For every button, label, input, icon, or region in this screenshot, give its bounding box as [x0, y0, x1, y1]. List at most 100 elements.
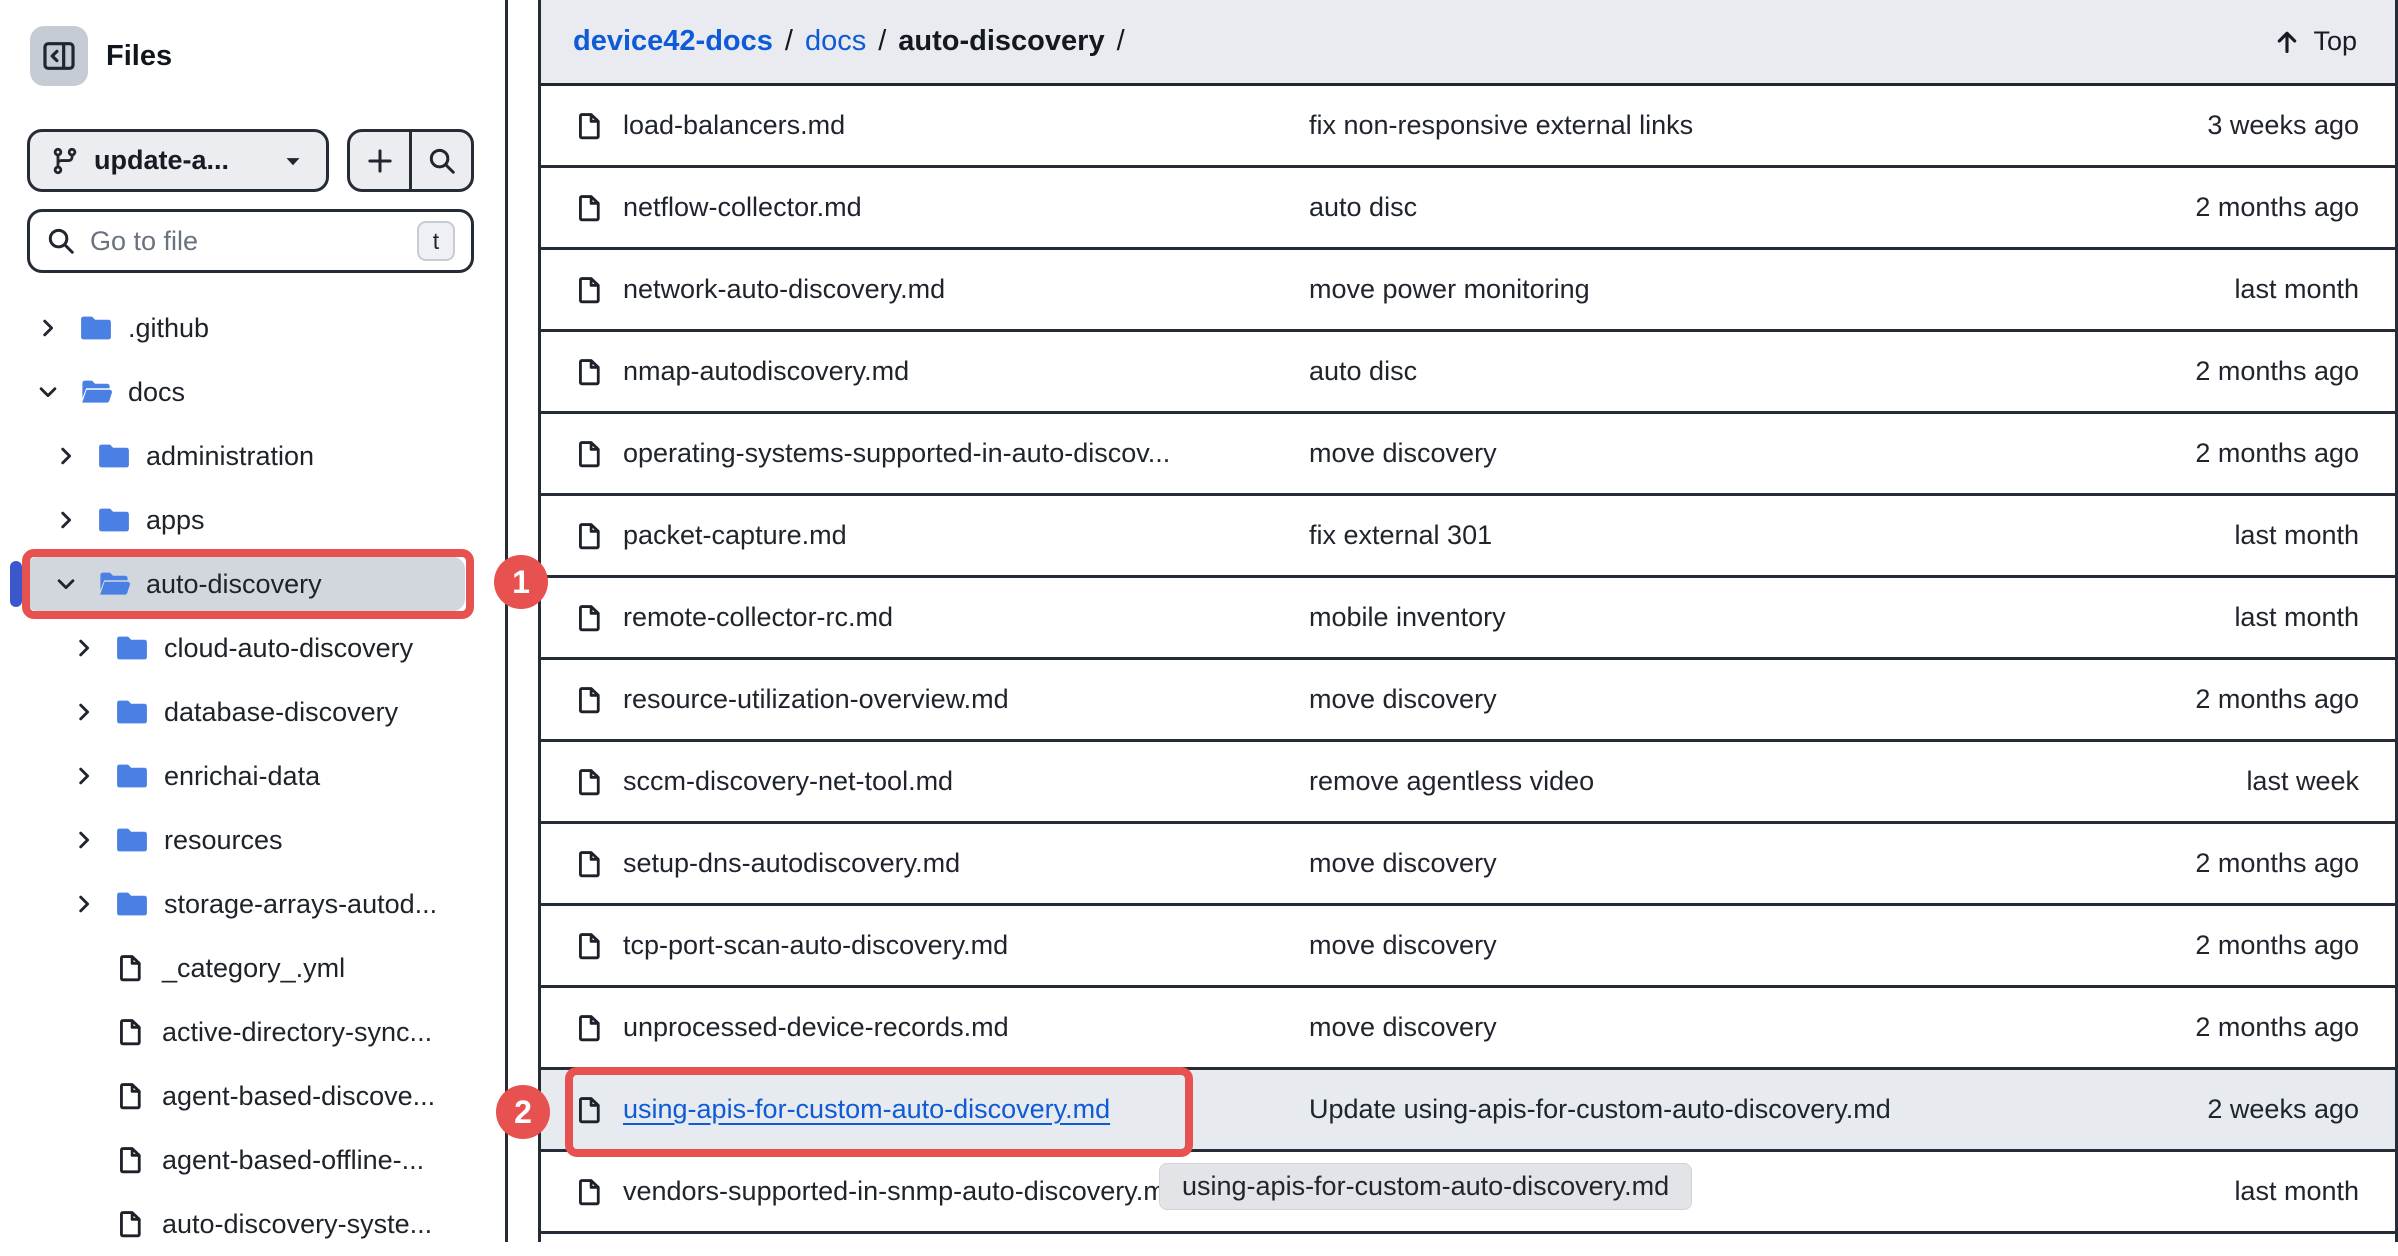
tree-item-auto-discovery[interactable]: auto-discovery	[0, 552, 505, 616]
file-name-link[interactable]: sccm-discovery-net-tool.md	[623, 766, 953, 797]
search-code-button[interactable]	[409, 132, 471, 189]
folder-icon	[116, 632, 148, 664]
commit-date: last month	[2065, 520, 2395, 551]
file-name-link[interactable]: using-apis-for-custom-auto-discovery.md	[623, 1094, 1110, 1125]
chevron-right-icon	[72, 892, 96, 916]
commit-message-link[interactable]: move discovery	[1309, 438, 2065, 469]
file-name-link[interactable]: operating-systems-supported-in-auto-disc…	[623, 438, 1170, 469]
sidebar-divider[interactable]	[505, 0, 508, 1242]
commit-message-link[interactable]: move discovery	[1309, 930, 2065, 961]
file-icon	[116, 1145, 146, 1175]
file-row: nmap-autodiscovery.md auto disc 2 months…	[541, 332, 2395, 414]
file-name-link[interactable]: vendors-supported-in-snmp-auto-discovery…	[623, 1176, 1181, 1207]
tree-item-label: docs	[128, 377, 185, 408]
commit-message-link[interactable]: fix non-responsive external links	[1309, 110, 2065, 141]
git-branch-icon	[50, 146, 80, 176]
folder-icon	[98, 504, 130, 536]
tree-item-label: auto-discovery	[146, 569, 322, 600]
folder-icon	[116, 888, 148, 920]
go-to-file-box: t	[27, 209, 474, 273]
file-name-link[interactable]: tcp-port-scan-auto-discovery.md	[623, 930, 1008, 961]
folder-icon	[116, 824, 148, 856]
commit-message-link[interactable]: move power monitoring	[1309, 274, 2065, 305]
chevron-right-icon	[72, 764, 96, 788]
file-row: sccm-discovery-net-tool.md remove agentl…	[541, 742, 2395, 824]
tree-item-label: _category_.yml	[162, 953, 345, 984]
tree-item-github[interactable]: .github	[0, 296, 505, 360]
file-row: tcp-port-scan-auto-discovery.md move dis…	[541, 906, 2395, 988]
commit-date: 2 months ago	[2065, 848, 2395, 879]
tree-item-database-discovery[interactable]: database-discovery	[0, 680, 505, 744]
collapse-sidebar-button[interactable]	[30, 26, 88, 86]
commit-message-link[interactable]: auto disc	[1309, 356, 2065, 387]
commit-message-link[interactable]: move discovery	[1309, 848, 2065, 879]
chevron-right-icon	[72, 828, 96, 852]
file-name-link[interactable]: load-balancers.md	[623, 110, 845, 141]
tree-item-label: active-directory-sync...	[162, 1017, 432, 1048]
commit-message-link[interactable]: auto disc	[1309, 192, 2065, 223]
file-name-link[interactable]: remote-collector-rc.md	[623, 602, 893, 633]
file-row-highlighted: using-apis-for-custom-auto-discovery.md …	[541, 1070, 2395, 1152]
breadcrumb-separator: /	[785, 25, 793, 58]
file-icon	[575, 1094, 605, 1126]
file-actions-group	[347, 129, 474, 192]
file-tree: .github docs administration apps auto-di…	[0, 296, 505, 1256]
tree-item-agent-based-offline[interactable]: agent-based-offline-...	[0, 1128, 505, 1192]
tree-item-agent-based-discovery[interactable]: agent-based-discove...	[0, 1064, 505, 1128]
file-icon	[116, 1081, 146, 1111]
folder-icon	[116, 760, 148, 792]
add-file-button[interactable]	[350, 132, 409, 189]
breadcrumb-bar: device42-docs / docs / auto-discovery / …	[541, 0, 2395, 86]
plus-icon	[365, 146, 395, 176]
tree-item-enrichai-data[interactable]: enrichai-data	[0, 744, 505, 808]
annotation-badge-1: 1	[494, 555, 548, 609]
commit-message-link[interactable]: fix external 301	[1309, 520, 2065, 551]
file-row: packet-capture.md fix external 301 last …	[541, 496, 2395, 578]
branch-selector-button[interactable]: update-a...	[27, 129, 329, 192]
panel-collapse-icon	[42, 39, 76, 73]
tree-item-docs[interactable]: docs	[0, 360, 505, 424]
tree-item-cloud-auto-discovery[interactable]: cloud-auto-discovery	[0, 616, 505, 680]
chevron-right-icon	[72, 700, 96, 724]
file-row: network-auto-discovery.md move power mon…	[541, 250, 2395, 332]
tree-item-category-yml[interactable]: _category_.yml	[0, 936, 505, 1000]
file-name-link[interactable]: nmap-autodiscovery.md	[623, 356, 909, 387]
file-name-link[interactable]: unprocessed-device-records.md	[623, 1012, 1009, 1043]
filename-tooltip: using-apis-for-custom-auto-discovery.md	[1159, 1163, 1692, 1210]
chevron-down-icon	[280, 148, 306, 174]
breadcrumb-repo-link[interactable]: device42-docs	[573, 25, 773, 58]
file-name-link[interactable]: packet-capture.md	[623, 520, 847, 551]
file-icon	[575, 438, 605, 470]
file-icon	[575, 274, 605, 306]
file-icon	[116, 953, 146, 983]
commit-message-link[interactable]: remove agentless video	[1309, 766, 2065, 797]
tree-item-apps[interactable]: apps	[0, 488, 505, 552]
commit-message-link[interactable]: Update using-apis-for-custom-auto-discov…	[1309, 1094, 2065, 1125]
tree-item-resources[interactable]: resources	[0, 808, 505, 872]
search-icon	[427, 146, 457, 176]
file-name-link[interactable]: resource-utilization-overview.md	[623, 684, 1009, 715]
file-name-link[interactable]: setup-dns-autodiscovery.md	[623, 848, 960, 879]
commit-message-link[interactable]: move discovery	[1309, 1012, 2065, 1043]
commit-message-link[interactable]: mobile inventory	[1309, 602, 2065, 633]
scroll-to-top-button[interactable]: Top	[2273, 26, 2357, 57]
tree-item-storage-arrays[interactable]: storage-arrays-autod...	[0, 872, 505, 936]
folder-open-icon	[80, 376, 112, 408]
commit-date: 2 weeks ago	[2065, 1094, 2395, 1125]
breadcrumb-separator: /	[1117, 25, 1125, 58]
tree-item-auto-discovery-system[interactable]: auto-discovery-syste...	[0, 1192, 505, 1256]
go-to-file-input[interactable]	[90, 226, 403, 257]
file-icon	[116, 1017, 146, 1047]
chevron-right-icon	[54, 508, 78, 532]
shortcut-key-badge: t	[417, 221, 455, 261]
file-name-link[interactable]: netflow-collector.md	[623, 192, 862, 223]
tree-item-administration[interactable]: administration	[0, 424, 505, 488]
file-name-link[interactable]: network-auto-discovery.md	[623, 274, 945, 305]
tree-item-active-directory-sync[interactable]: active-directory-sync...	[0, 1000, 505, 1064]
file-icon	[575, 684, 605, 716]
file-icon	[575, 1012, 605, 1044]
commit-message-link[interactable]: move discovery	[1309, 684, 2065, 715]
file-row: remote-collector-rc.md mobile inventory …	[541, 578, 2395, 660]
breadcrumb-docs-link[interactable]: docs	[805, 25, 866, 58]
branch-name-label: update-a...	[94, 145, 229, 176]
